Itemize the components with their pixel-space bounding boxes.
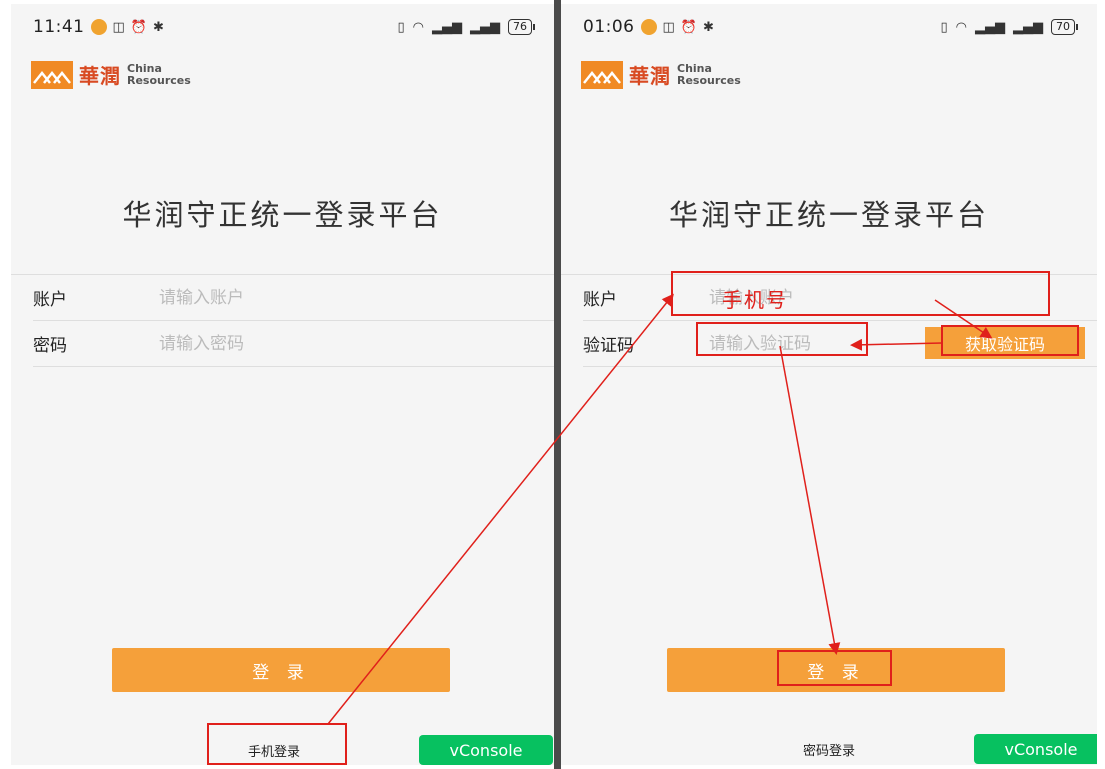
logo-mark-icon [31,60,73,89]
screen-divider [554,0,561,769]
china-resources-logo: 華潤 China Resources [31,60,191,89]
page-title: 华润守正统一登录平台 [122,198,443,232]
nfc-icon: ◫ [112,19,125,35]
signal-icon: ▂▄▆ [975,19,1005,35]
status-bar: 11:41 ◫ ⏰ ✱ ▯ ◠ ▂▄▆ ▂▄▆ 76 [11,4,554,50]
signal-icon: ▂▄▆ [1013,19,1043,35]
status-bar: 01:06 ◫ ⏰ ✱ ▯ ◠ ▂▄▆ ▂▄▆ 70 [561,4,1097,50]
battery-indicator: 70 [1051,19,1078,35]
login-button[interactable]: 登 录 [667,648,1005,692]
verification-code-row: 验证码 获取验证码 [583,321,1097,367]
account-input[interactable] [159,287,409,308]
bluetooth-icon: ✱ [152,19,164,35]
password-label: 密码 [33,336,67,356]
verification-code-input[interactable] [709,333,959,354]
signal-icon: ▂▄▆ [470,19,500,35]
wifi-icon: ◠ [955,19,967,35]
alarm-icon: ⏰ [130,19,147,35]
left-phone-screen: 11:41 ◫ ⏰ ✱ ▯ ◠ ▂▄▆ ▂▄▆ 76 華潤 China Reso… [11,4,554,765]
vconsole-button[interactable]: vConsole [974,734,1097,764]
verification-code-label: 验证码 [583,336,634,356]
logo-mark-icon [581,60,623,89]
status-time: 11:41 [33,17,85,37]
logo-english-text: China Resources [127,61,191,87]
page-title: 华润守正统一登录平台 [668,198,989,232]
china-resources-logo: 華潤 China Resources [581,60,741,89]
right-phone-screen: 01:06 ◫ ⏰ ✱ ▯ ◠ ▂▄▆ ▂▄▆ 70 華潤 China Reso… [561,4,1097,765]
status-time: 01:06 [583,17,635,37]
alarm-icon: ⏰ [680,19,697,35]
password-row: 密码 [33,321,554,367]
account-label: 账户 [583,290,617,310]
signal-icon: ▂▄▆ [432,19,462,35]
phone-login-link[interactable]: 手机登录 [248,741,300,760]
notification-icon [90,19,107,35]
wifi-icon: ◠ [412,19,424,35]
logo-en-line2: Resources [677,73,741,87]
password-login-link[interactable]: 密码登录 [803,740,855,759]
account-row: 账户 [583,275,1097,321]
logo-chinese-text: 華潤 [629,64,671,88]
vibrate-icon: ▯ [940,19,948,35]
nfc-icon: ◫ [662,19,675,35]
vibrate-icon: ▯ [397,19,405,35]
logo-en-line1: China [677,61,712,75]
battery-indicator: 76 [508,19,535,35]
login-form: 账户 验证码 获取验证码 [561,274,1097,367]
logo-en-line1: China [127,61,162,75]
notification-icon [640,19,657,35]
login-form: 账户 密码 [11,274,554,367]
logo-chinese-text: 華潤 [79,64,121,88]
logo-english-text: China Resources [677,61,741,87]
account-label: 账户 [33,290,67,310]
bluetooth-icon: ✱ [702,19,714,35]
account-row: 账户 [33,275,554,321]
login-button[interactable]: 登 录 [112,648,450,692]
get-code-button[interactable]: 获取验证码 [925,327,1085,359]
password-input[interactable] [159,333,409,354]
logo-en-line2: Resources [127,73,191,87]
handwritten-phone-note: 手机号 [722,288,788,312]
vconsole-button[interactable]: vConsole [419,735,553,765]
